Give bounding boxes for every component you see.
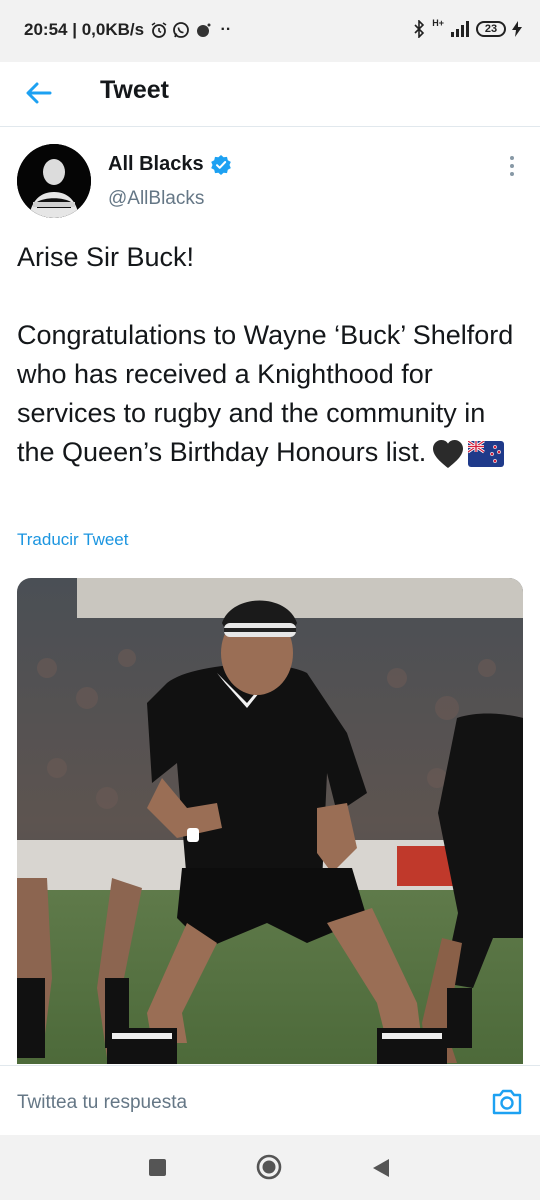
camera-icon — [492, 1089, 522, 1115]
page-title: Tweet — [100, 76, 169, 104]
verified-badge-icon — [210, 154, 231, 175]
more-vertical-icon — [510, 156, 514, 176]
back-button[interactable] — [22, 76, 56, 110]
whatsapp-icon — [173, 22, 189, 38]
square-icon — [149, 1159, 166, 1176]
dot-icon — [197, 23, 211, 37]
status-right: H+ 23 — [412, 18, 522, 38]
android-nav-bar — [0, 1135, 540, 1200]
tweet-text: Arise Sir Buck! Congratulations to Wayne… — [17, 238, 522, 472]
charging-icon — [512, 21, 522, 37]
status-notification-icons: ·· — [150, 21, 231, 39]
back-nav-button[interactable] — [372, 1158, 390, 1183]
reply-composer: Twittea tu respuesta — [0, 1065, 540, 1136]
author-name-row: All Blacks — [108, 153, 231, 176]
battery-icon: 23 — [476, 21, 506, 37]
reply-input[interactable]: Twittea tu respuesta — [17, 1092, 187, 1114]
avatar-image — [17, 144, 91, 218]
status-left: 20:54 | 0,0KB/s ·· — [24, 20, 231, 40]
avatar[interactable] — [17, 144, 91, 218]
home-button[interactable] — [256, 1154, 282, 1185]
translate-tweet-link[interactable]: Traducir Tweet — [17, 530, 129, 550]
tweet-emojis — [432, 439, 505, 469]
status-speed: 0,0KB/s — [81, 20, 145, 39]
author-display-name[interactable]: All Blacks — [108, 153, 204, 176]
tweet-body: Arise Sir Buck! Congratulations to Wayne… — [17, 242, 514, 467]
tweet-photo[interactable] — [17, 578, 523, 1064]
triangle-left-icon — [373, 1159, 389, 1177]
status-time: 20:54 — [24, 20, 68, 39]
arrow-left-icon — [26, 82, 52, 104]
author-handle[interactable]: @AllBlacks — [108, 188, 204, 210]
battery-level: 23 — [484, 23, 498, 35]
recents-button[interactable] — [149, 1159, 166, 1181]
bluetooth-icon — [414, 20, 425, 38]
more-options-button[interactable] — [500, 152, 524, 180]
rugby-player-photo — [17, 578, 523, 1064]
add-photo-button[interactable] — [490, 1085, 524, 1119]
network-type: H+ — [432, 18, 444, 28]
signal-icon — [451, 21, 469, 37]
tweet-header: Tweet — [0, 62, 540, 127]
alarm-icon — [151, 22, 167, 38]
new-zealand-flag-icon — [468, 440, 505, 467]
home-circle-icon — [256, 1154, 282, 1180]
black-heart-icon — [433, 439, 464, 468]
status-separator: | — [67, 20, 82, 39]
status-bar: 20:54 | 0,0KB/s ·· H+ 23 — [0, 0, 540, 62]
more-notifications-icon: ·· — [216, 21, 232, 38]
